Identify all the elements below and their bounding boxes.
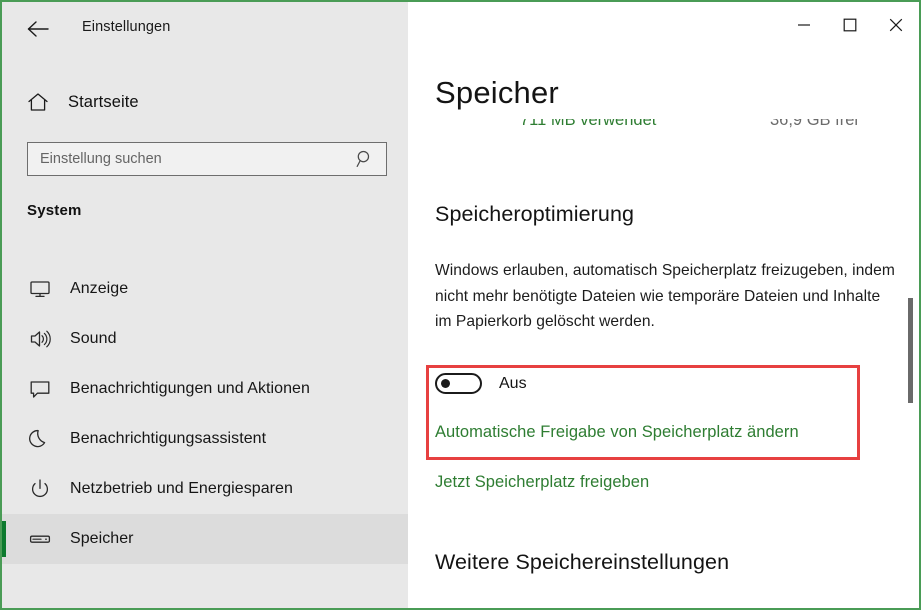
- search-icon[interactable]: [350, 148, 380, 170]
- back-arrow-icon[interactable]: [20, 14, 56, 44]
- scrollbar-thumb[interactable]: [908, 298, 913, 403]
- window-controls: [781, 2, 919, 48]
- home-icon: [25, 89, 51, 115]
- toggle-knob: [441, 379, 450, 388]
- section-description: Windows erlauben, automatisch Speicherpl…: [435, 262, 895, 330]
- settings-window: Einstellungen Startseite System: [0, 0, 921, 610]
- minimize-icon[interactable]: [781, 2, 827, 48]
- toggle-state-label: Aus: [499, 374, 527, 392]
- free-space-now-link[interactable]: Jetzt Speicherplatz freigeben: [435, 473, 649, 492]
- page-title: Speicher: [435, 75, 559, 110]
- sidebar: Einstellungen Startseite System: [2, 2, 408, 608]
- close-icon[interactable]: [873, 2, 919, 48]
- storage-usage-summary: 711 MB verwendet 36,9 GB frei: [408, 119, 919, 139]
- change-auto-freeup-link[interactable]: Automatische Freigabe von Speicherplatz …: [435, 423, 799, 442]
- maximize-icon[interactable]: [827, 2, 873, 48]
- scrollbar-track[interactable]: [905, 48, 915, 608]
- moon-icon: [27, 426, 53, 452]
- section-heading-weitere-speichereinstellungen: Weitere Speichereinstellungen: [435, 550, 730, 574]
- window-titlebar: Einstellungen: [2, 2, 408, 54]
- sidebar-item-benachrichtigungen[interactable]: Benachrichtigungen und Aktionen: [2, 364, 408, 414]
- speaker-icon: [27, 326, 53, 352]
- sidebar-item-label: Anzeige: [70, 280, 129, 297]
- search-input[interactable]: [28, 151, 350, 167]
- app-title: Einstellungen: [82, 19, 171, 35]
- sidebar-item-label: Speicher: [70, 530, 134, 547]
- sidebar-group-title: System: [27, 202, 82, 219]
- speech-bubble-icon: [27, 376, 53, 402]
- sidebar-item-home[interactable]: Startseite: [2, 82, 408, 122]
- storage-sense-toggle-row[interactable]: Aus: [435, 373, 527, 394]
- storage-free-text: 36,9 GB frei: [770, 119, 859, 129]
- main-content: Speicher 711 MB verwendet 36,9 GB frei S…: [408, 2, 919, 608]
- sidebar-item-sound[interactable]: Sound: [2, 314, 408, 364]
- section-heading-speicheroptimierung: Speicheroptimierung: [435, 202, 635, 226]
- monitor-icon: [27, 276, 53, 302]
- sidebar-item-anzeige[interactable]: Anzeige: [2, 264, 408, 314]
- sidebar-item-label: Netzbetrieb und Energiesparen: [70, 480, 293, 497]
- storage-sense-toggle[interactable]: [435, 373, 482, 394]
- home-label: Startseite: [68, 92, 139, 111]
- sidebar-nav: Anzeige Sound Benachrichtigungen und Akt…: [2, 264, 408, 564]
- power-icon: [27, 476, 53, 502]
- sidebar-item-label: Sound: [70, 330, 117, 347]
- sidebar-item-label: Benachrichtigungsassistent: [70, 430, 267, 447]
- sidebar-item-netzbetrieb[interactable]: Netzbetrieb und Energiesparen: [2, 464, 408, 514]
- sidebar-item-label: Benachrichtigungen und Aktionen: [70, 380, 310, 397]
- sidebar-item-benachrichtigungsassistent[interactable]: Benachrichtigungsassistent: [2, 414, 408, 464]
- search-box[interactable]: [27, 142, 387, 176]
- storage-used-text: 711 MB verwendet: [520, 119, 657, 129]
- drive-icon: [27, 526, 53, 552]
- sidebar-item-speicher[interactable]: Speicher: [2, 514, 408, 564]
